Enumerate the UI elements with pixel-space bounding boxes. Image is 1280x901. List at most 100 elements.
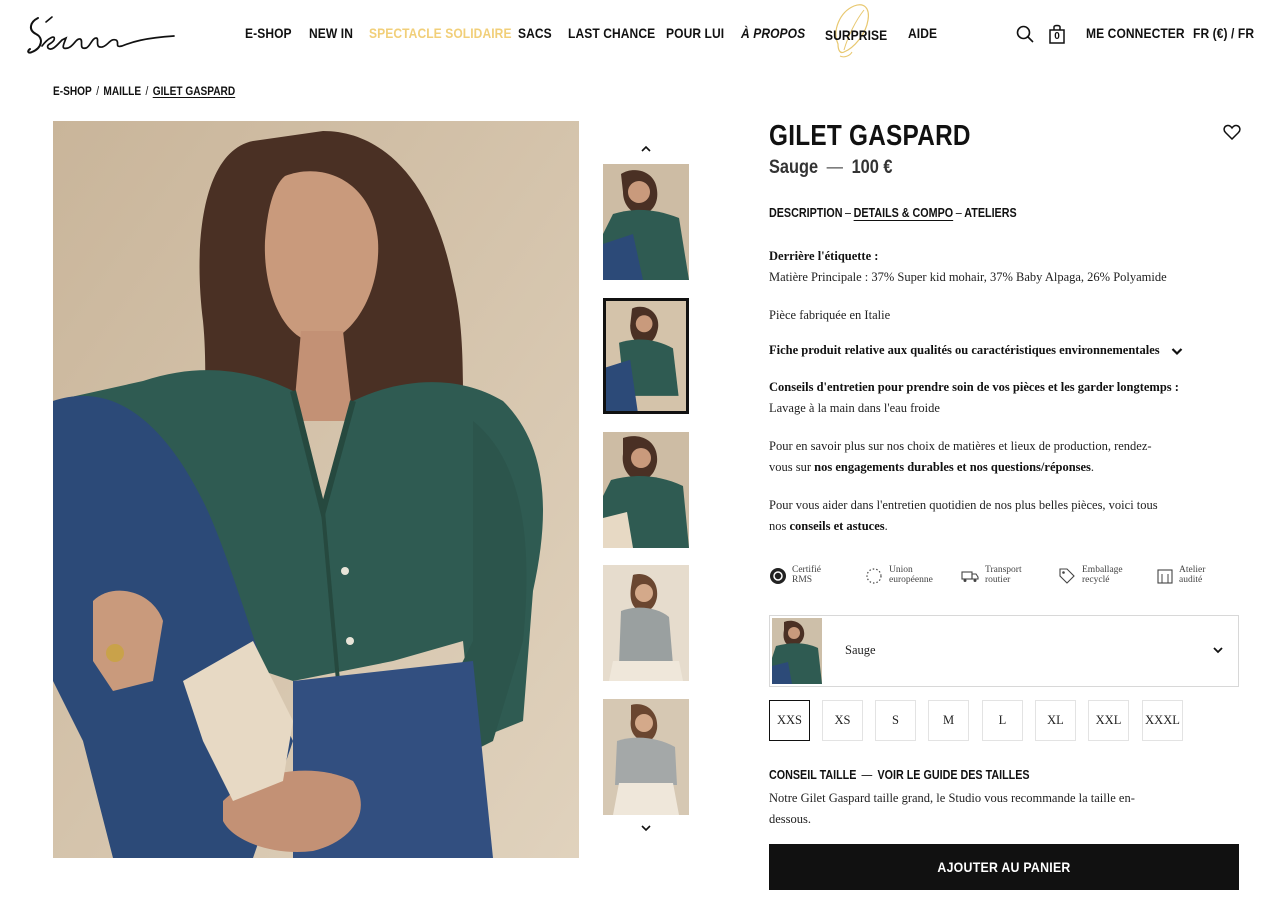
sezane-logo[interactable] bbox=[24, 8, 176, 62]
separator: — bbox=[861, 768, 873, 782]
info1-line1: Pour en savoir plus sur nos choix de mat… bbox=[769, 439, 1152, 453]
color-selector[interactable]: Sauge bbox=[769, 615, 1239, 687]
engagements-link[interactable]: nos engagements durables et nos question… bbox=[814, 460, 1091, 474]
thumbnail-4[interactable] bbox=[603, 565, 689, 681]
thumbnail-1[interactable] bbox=[603, 164, 689, 280]
badge-transport-line2: routier bbox=[985, 575, 1011, 585]
env-sheet-toggle[interactable]: Fiche produit relative aux qualités ou c… bbox=[769, 340, 1183, 361]
separator: — bbox=[826, 157, 843, 178]
nav-last-chance[interactable]: LAST CHANCE bbox=[568, 25, 655, 41]
size-advice-line1: Notre Gilet Gaspard taille grand, le Stu… bbox=[769, 791, 1135, 805]
label-heading: Derrière l'étiquette : bbox=[769, 249, 879, 263]
login-link[interactable]: ME CONNECTER bbox=[1086, 25, 1185, 41]
product-color-price: Sauge — 100 € bbox=[769, 157, 892, 179]
locale-selector[interactable]: FR (€) / FR bbox=[1193, 25, 1254, 41]
info-paragraph-2: Pour vous aider dans l'entretien quotidi… bbox=[769, 495, 1158, 537]
tab-separator: – bbox=[845, 206, 852, 220]
selected-color-label: Sauge bbox=[845, 643, 876, 657]
breadcrumb: E-SHOP / MAILLE / GILET GASPARD bbox=[53, 86, 235, 98]
chevron-down-icon bbox=[1213, 647, 1223, 654]
thumbs-up-arrow[interactable] bbox=[638, 143, 654, 155]
material-text: Matière Principale : 37% Super kid mohai… bbox=[769, 270, 1167, 284]
breadcrumb-sep: / bbox=[96, 86, 100, 98]
main-product-photo[interactable] bbox=[53, 121, 579, 858]
size-advice-text: Notre Gilet Gaspard taille grand, le Stu… bbox=[769, 788, 1135, 830]
care-text: Lavage à la main dans l'eau froide bbox=[769, 401, 940, 415]
thumbnail-image bbox=[603, 432, 689, 548]
color-swatch-thumbnail bbox=[772, 618, 822, 684]
tab-separator: – bbox=[955, 206, 962, 220]
badge-transport-line1: Transport bbox=[985, 565, 1022, 575]
size-l[interactable]: L bbox=[982, 700, 1023, 741]
nav-new-in[interactable]: NEW IN bbox=[309, 25, 353, 41]
size-xl[interactable]: XL bbox=[1035, 700, 1076, 741]
thumbs-down-arrow[interactable] bbox=[638, 822, 654, 834]
size-m[interactable]: M bbox=[928, 700, 969, 741]
model-photo bbox=[53, 121, 579, 858]
badge-packaging-line1: Emballage bbox=[1082, 565, 1123, 575]
thumbnail-5[interactable] bbox=[603, 699, 689, 815]
size-xxl[interactable]: XXL bbox=[1088, 700, 1129, 741]
badge-eu-line1: Union bbox=[889, 565, 913, 575]
size-advice-line2: dessous. bbox=[769, 812, 812, 826]
thumbnail-image bbox=[603, 565, 689, 681]
eu-icon bbox=[866, 568, 882, 584]
nav-aide[interactable]: AIDE bbox=[908, 25, 937, 41]
info2-line1: Pour vous aider dans l'entretien quotidi… bbox=[769, 498, 1158, 512]
info2-line2: nos bbox=[769, 519, 790, 533]
nav-surprise[interactable]: SURPRISE bbox=[825, 27, 887, 43]
info2-end: . bbox=[884, 519, 888, 533]
product-title: GILET GASPARD bbox=[769, 120, 971, 152]
thumbnail-image bbox=[603, 699, 689, 815]
nav-pour-lui[interactable]: POUR LUI bbox=[666, 25, 724, 41]
info-paragraph-1: Pour en savoir plus sur nos choix de mat… bbox=[769, 436, 1152, 478]
size-xs[interactable]: XS bbox=[822, 700, 863, 741]
info1-end: . bbox=[1090, 460, 1095, 474]
cart-count: 0 bbox=[1054, 31, 1060, 42]
add-to-cart-button[interactable]: AJOUTER AU PANIER bbox=[769, 844, 1239, 890]
truck-icon bbox=[961, 571, 979, 582]
product-color: Sauge bbox=[769, 157, 819, 178]
chevron-down-icon bbox=[1171, 347, 1183, 355]
size-xxs[interactable]: XXS bbox=[769, 700, 810, 741]
size-xxxl[interactable]: XXXL bbox=[1142, 700, 1183, 741]
nav-sacs[interactable]: SACS bbox=[518, 25, 552, 41]
size-guide-link[interactable]: VOIR LE GUIDE DES TAILLES bbox=[877, 768, 1029, 782]
tab-description[interactable]: DESCRIPTION bbox=[769, 206, 842, 220]
thumbnail-3[interactable] bbox=[603, 432, 689, 548]
heart-icon[interactable] bbox=[1223, 124, 1241, 140]
size-advice-label: CONSEIL TAILLE bbox=[769, 768, 857, 782]
tab-details-compo[interactable]: DETAILS & COMPO bbox=[854, 206, 954, 220]
nav-eshop[interactable]: E-SHOP bbox=[245, 25, 292, 41]
badge-rms-line1: Certifié bbox=[792, 565, 822, 575]
tab-ateliers[interactable]: ATELIERS bbox=[964, 206, 1016, 220]
product-tabs: DESCRIPTION – DETAILS & COMPO – ATELIERS bbox=[769, 206, 1017, 220]
breadcrumb-eshop[interactable]: E-SHOP bbox=[53, 86, 92, 98]
thumbnail-2[interactable] bbox=[603, 298, 689, 414]
breadcrumb-current[interactable]: GILET GASPARD bbox=[153, 86, 235, 98]
thumbnail-image bbox=[606, 301, 686, 411]
nav-a-propos[interactable]: À PROPOS bbox=[741, 25, 805, 41]
badge-rms-line2: RMS bbox=[792, 575, 813, 585]
search-icon[interactable] bbox=[1016, 25, 1034, 43]
badge-packaging-line2: recyclé bbox=[1082, 575, 1110, 585]
tag-icon bbox=[1059, 568, 1075, 584]
env-sheet-label: Fiche produit relative aux qualités ou c… bbox=[769, 343, 1160, 357]
building-icon bbox=[1157, 569, 1173, 584]
breadcrumb-sep: / bbox=[145, 86, 149, 98]
care-heading: Conseils d'entretien pour prendre soin d… bbox=[769, 380, 1179, 394]
swatch-image bbox=[772, 618, 822, 684]
breadcrumb-maille[interactable]: MAILLE bbox=[103, 86, 141, 98]
badge-eu-line2: européenne bbox=[889, 575, 933, 585]
thumbnail-image bbox=[603, 164, 689, 280]
made-in-text: Pièce fabriquée en Italie bbox=[769, 308, 891, 322]
conseils-link[interactable]: conseils et astuces bbox=[790, 519, 885, 533]
nav-spectacle-solidaire[interactable]: SPECTACLE SOLIDAIRE bbox=[369, 25, 512, 41]
info1-line2: vous sur bbox=[769, 460, 815, 474]
badge-atelier-line1: Atelier bbox=[1179, 565, 1206, 575]
size-advice-header: CONSEIL TAILLE — VOIR LE GUIDE DES TAILLES bbox=[769, 768, 1030, 782]
size-s[interactable]: S bbox=[875, 700, 916, 741]
badge-atelier-line2: audité bbox=[1179, 575, 1203, 585]
product-price: 100 € bbox=[851, 157, 893, 178]
cart-button[interactable]: 0 bbox=[1048, 23, 1066, 45]
